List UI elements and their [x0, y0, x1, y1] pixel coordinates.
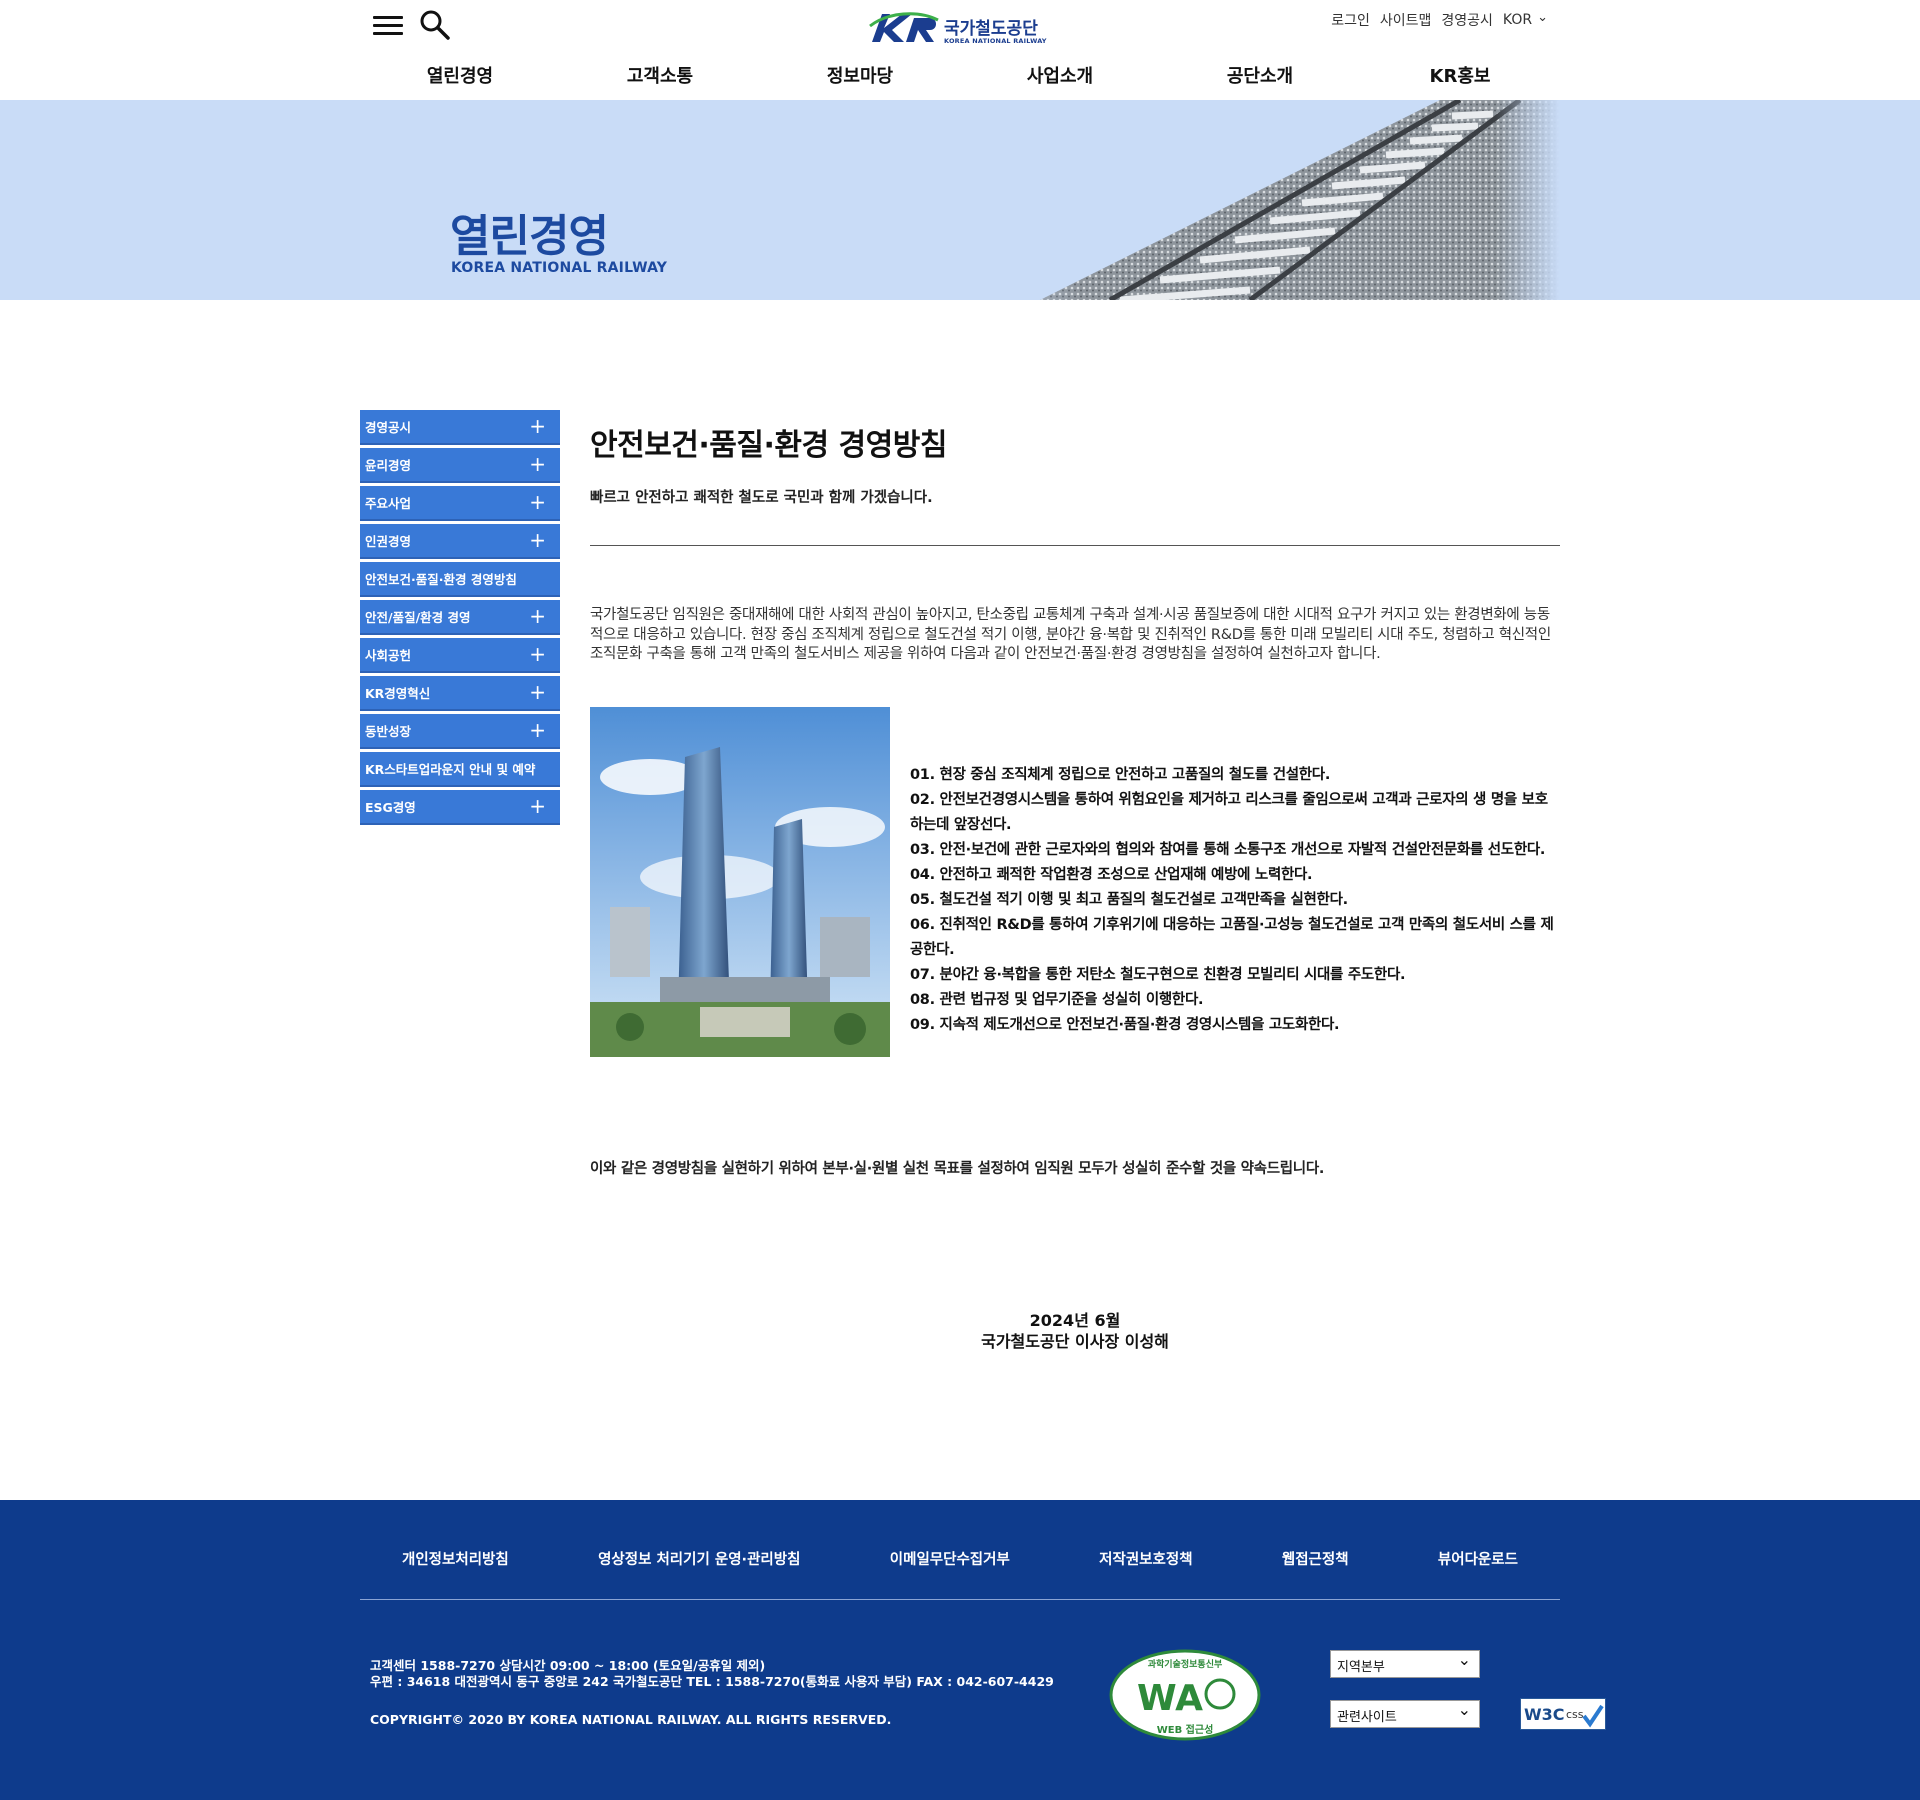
policy-item: 08. 관련 법규정 및 업무기준을 성실히 이행한다. [910, 991, 1204, 1008]
lnb-item-innovation[interactable]: KR경영혁신 + [360, 676, 560, 711]
divider [590, 545, 1560, 546]
lnb-item-shared-growth[interactable]: 동반성장 + [360, 714, 560, 749]
logo-subtext: KOREA NATIONAL RAILWAY [944, 37, 1047, 45]
gnb-item-business[interactable]: 사업소개 [960, 62, 1160, 88]
footer-link-accessibility[interactable]: 웹접근정책 [1282, 1548, 1349, 1569]
logo-text: 국가철도공단 [944, 19, 1038, 39]
signature-date: 2024년 6월 [1029, 1310, 1121, 1330]
footer-info-line: 우편 : 34618 대전광역시 동구 중앙로 242 국가철도공단 TEL :… [370, 1674, 1054, 1689]
footer-link-email[interactable]: 이메일무단수집거부 [890, 1548, 1010, 1569]
lnb-item-ethics[interactable]: 윤리경영 + [360, 448, 560, 483]
footer-link-viewer[interactable]: 뷰어다운로드 [1438, 1548, 1518, 1569]
gnb-item-info[interactable]: 정보마당 [760, 62, 960, 88]
lnb-label: 안전보건·품질·환경 경영방침 [365, 572, 517, 587]
policy-item: 09. 지속적 제도개선으로 안전보건·품질·환경 경영시스템을 고도화한다. [910, 1016, 1340, 1033]
expand-plus-icon[interactable]: + [529, 604, 546, 628]
lnb-item-safety-management[interactable]: 안전/품질/환경 경영 + [360, 600, 560, 635]
policy-list: 01. 현장 중심 조직체계 정립으로 안전하고 고품질의 철도를 건설한다. … [910, 763, 1560, 1038]
region-select[interactable]: 지역본부 [1330, 1650, 1480, 1678]
site-footer: 개인정보처리방침 영상정보 처리기기 운영·관리방침 이메일무단수집거부 저작권… [0, 1500, 1920, 1800]
wa-badge-top-text: 과학기술정보통신부 [1148, 1658, 1223, 1670]
related-site-select[interactable]: 관련사이트 [1330, 1700, 1480, 1728]
lnb-item-esg[interactable]: ESG경영 + [360, 790, 560, 825]
banner-subtitle: KOREA NATIONAL RAILWAY [451, 260, 668, 276]
lnb-label: 윤리경영 [365, 458, 412, 473]
footer-contact-info: 고객센터 1588-7270 상담시간 09:00 ~ 18:00 (토요일/공… [370, 1658, 1054, 1690]
lnb-label: 사회공헌 [365, 648, 412, 663]
intro-paragraph: 국가철도공단 임직원은 중대재해에 대한 사회적 관심이 높아지고, 탄소중립 … [590, 607, 1551, 662]
policy-item: 07. 분야간 융·복합을 통한 저탄소 철도구현으로 친환경 모빌리티 시대를… [910, 966, 1406, 983]
site-header: 국가철도공단 KOREA NATIONAL RAILWAY 로그인 사이트맵 경… [0, 0, 1920, 100]
headquarters-building-image [590, 706, 890, 1057]
hamburger-menu-icon[interactable] [373, 12, 407, 40]
sitemap-link[interactable]: 사이트맵 [1380, 10, 1432, 30]
gnb-item-pr[interactable]: KR홍보 [1360, 62, 1560, 88]
lnb-item-human-rights[interactable]: 인권경영 + [360, 524, 560, 559]
lnb-item-social-contribution[interactable]: 사회공헌 + [360, 638, 560, 673]
expand-plus-icon[interactable]: + [529, 680, 546, 704]
footer-links: 개인정보처리방침 영상정보 처리기기 운영·관리방침 이메일무단수집거부 저작권… [360, 1548, 1560, 1569]
policy-item: 06. 진취적인 R&D를 통하여 기후위기에 대응하는 고품질·고성능 철도건… [910, 916, 1554, 958]
page-title: 안전보건·품질·환경 경영방침 [590, 428, 947, 463]
wa-badge-bottom-text: WEB 접근성 [1157, 1723, 1214, 1736]
kr-logo-icon [869, 12, 939, 42]
search-icon[interactable] [418, 8, 452, 42]
policy-item: 04. 안전하고 쾌적한 작업환경 조성으로 산업재해 예방에 노력한다. [910, 866, 1313, 883]
signature-name: 국가철도공단 이사장 이성해 [981, 1331, 1169, 1351]
lnb-label: KR스타트업라운지 안내 및 예약 [365, 762, 536, 777]
railway-track-image [920, 100, 1560, 300]
management-disclosure-link[interactable]: 경영공시 [1441, 10, 1493, 30]
w3c-css-badge-icon: W3C css [1520, 1698, 1606, 1730]
expand-plus-icon[interactable]: + [529, 452, 546, 476]
gnb-item-open-management[interactable]: 열린경영 [360, 62, 560, 88]
lnb-label: 동반성장 [365, 724, 412, 739]
web-accessibility-badge-icon: 과학기술정보통신부 WA WEB 접근성 [1109, 1649, 1261, 1741]
page-banner: 열린경영 KOREA NATIONAL RAILWAY [0, 100, 1920, 300]
w3c-css-label: css [1566, 1708, 1584, 1721]
footer-divider [360, 1599, 1560, 1600]
policy-section: 01. 현장 중심 조직체계 정립으로 안전하고 고품질의 철도를 건설한다. … [590, 706, 1560, 1057]
signature-block: 2024년 6월 국가철도공단 이사장 이성해 [590, 1310, 1560, 1352]
policy-item: 02. 안전보건경영시스템을 통하여 위험요인을 제거하고 리스크를 줄임으로써… [910, 791, 1548, 833]
expand-plus-icon[interactable]: + [529, 528, 546, 552]
footer-copyright: COPYRIGHT© 2020 BY KOREA NATIONAL RAILWA… [370, 1712, 892, 1727]
footer-info-line: 고객센터 1588-7270 상담시간 09:00 ~ 18:00 (토요일/공… [370, 1658, 766, 1673]
language-select[interactable]: KOR [1503, 12, 1548, 28]
expand-plus-icon[interactable]: + [529, 642, 546, 666]
login-link[interactable]: 로그인 [1331, 10, 1370, 30]
utility-links: 로그인 사이트맵 경영공시 KOR [1331, 10, 1548, 30]
footer-link-cctv[interactable]: 영상정보 처리기기 운영·관리방침 [598, 1548, 800, 1569]
gnb-item-customer[interactable]: 고객소통 [560, 62, 760, 88]
lnb-label: 인권경영 [365, 534, 412, 549]
site-logo[interactable]: 국가철도공단 KOREA NATIONAL RAILWAY [868, 8, 1058, 48]
side-navigation: 경영공시 + 윤리경영 + 주요사업 + 인권경영 + 안전보건·품질·환경 경영방침 … [360, 410, 560, 828]
lnb-label: 안전/품질/환경 경영 [365, 610, 471, 625]
lnb-label: 경영공시 [365, 420, 412, 435]
gnb-item-about[interactable]: 공단소개 [1160, 62, 1360, 88]
closing-paragraph: 이와 같은 경영방침을 실현하기 위하여 본부·실·원별 실천 목표를 설정하여… [590, 1160, 1325, 1177]
expand-plus-icon[interactable]: + [529, 794, 546, 818]
lnb-label: KR경영혁신 [365, 686, 431, 701]
lnb-item-safety-policy[interactable]: 안전보건·품질·환경 경영방침 [360, 562, 560, 597]
page-lead: 빠르고 안전하고 쾌적한 철도로 국민과 함께 가겠습니다. [590, 490, 933, 506]
policy-item: 05. 철도건설 적기 이행 및 최고 품질의 철도건설로 고객만족을 실현한다… [910, 891, 1348, 908]
lnb-label: ESG경영 [365, 800, 416, 815]
footer-link-privacy[interactable]: 개인정보처리방침 [402, 1548, 509, 1569]
policy-item: 01. 현장 중심 조직체계 정립으로 안전하고 고품질의 철도를 건설한다. [910, 766, 1331, 783]
w3c-label: W3C [1524, 1705, 1565, 1724]
lnb-item-startup-lounge[interactable]: KR스타트업라운지 안내 및 예약 [360, 752, 560, 787]
policy-item: 03. 안전·보건에 관한 근로자와의 협의와 참여를 통해 소통구조 개선으로… [910, 841, 1546, 858]
expand-plus-icon[interactable]: + [529, 718, 546, 742]
main-content: 안전보건·품질·환경 경영방침 빠르고 안전하고 쾌적한 철도로 국민과 함께 … [590, 410, 1560, 1352]
lnb-label: 주요사업 [365, 496, 412, 511]
footer-link-copyright[interactable]: 저작권보호정책 [1099, 1548, 1192, 1569]
wa-badge-mark: WA [1137, 1678, 1203, 1719]
expand-plus-icon[interactable]: + [529, 414, 546, 438]
main-navigation: 열린경영 고객소통 정보마당 사업소개 공단소개 KR홍보 [360, 62, 1560, 88]
banner-title: 열린경영 [450, 211, 609, 262]
lnb-item-major-projects[interactable]: 주요사업 + [360, 486, 560, 521]
expand-plus-icon[interactable]: + [529, 490, 546, 514]
lnb-item-disclosure[interactable]: 경영공시 + [360, 410, 560, 445]
